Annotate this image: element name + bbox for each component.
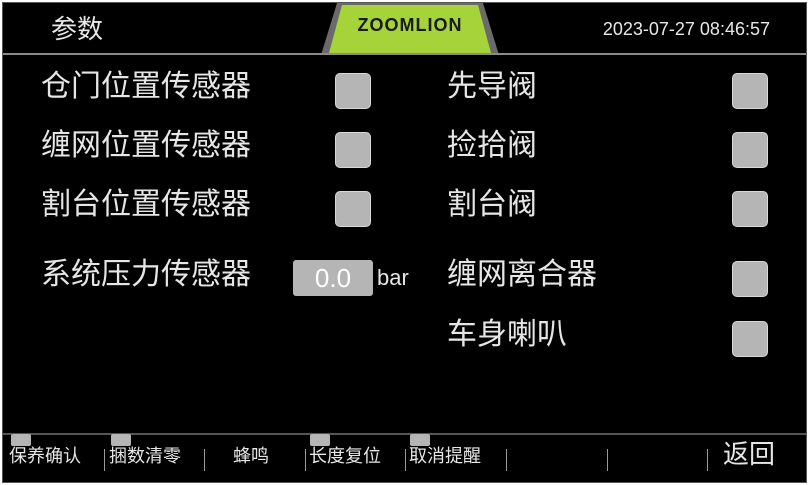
indicator-door-sensor [335, 73, 371, 109]
valve-label-pilot: 先导阀 [447, 69, 537, 104]
sensor-label-header: 割台位置传感器 [41, 187, 251, 222]
brand-logo: ZOOMLION [357, 15, 463, 35]
indicator-header-valve [732, 191, 768, 227]
sensor-label-door: 仓门位置传感器 [41, 69, 251, 104]
buzzer-button[interactable]: 蜂鸣 [233, 443, 269, 471]
datetime-display: 2023-07-27 08:46:57 [602, 19, 770, 39]
indicator-pickup-valve [732, 132, 768, 168]
valve-label-pickup: 捡拾阀 [447, 128, 537, 163]
maintenance-confirm-button[interactable]: 保养确认 [9, 443, 81, 471]
indicator-header-sensor [335, 191, 371, 227]
page-title: 参数 [51, 15, 104, 45]
footer-separator [506, 449, 507, 471]
sensor-label-net-wrap: 缠网位置传感器 [41, 128, 251, 163]
footer-separator [405, 449, 406, 471]
clutch-label-net-wrap: 缠网离合器 [447, 257, 597, 292]
indicator-net-wrap-clutch [732, 261, 768, 297]
horn-label: 车身喇叭 [447, 317, 567, 352]
indicator-horn [732, 321, 768, 357]
pressure-unit: bar [377, 265, 409, 290]
length-reset-button[interactable]: 长度复位 [309, 443, 381, 471]
indicator-net-wrap-sensor [335, 132, 371, 168]
header-divider [3, 53, 806, 55]
valve-label-header: 割台阀 [447, 187, 537, 222]
footer-separator [104, 449, 105, 471]
bale-count-reset-button[interactable]: 捆数清零 [109, 443, 181, 471]
footer-separator [707, 449, 708, 471]
cancel-reminder-button[interactable]: 取消提醒 [409, 443, 481, 471]
back-button[interactable]: 返回 [723, 441, 775, 469]
footer-separator [305, 449, 306, 471]
footer-separator [204, 449, 205, 471]
pressure-label: 系统压力传感器 [41, 257, 251, 292]
indicator-pilot-valve [732, 73, 768, 109]
footer-separator [607, 449, 608, 471]
screen: 参数 ZOOMLION 2023-07-27 08:46:57 仓门位置传感器 … [2, 2, 807, 483]
pressure-value: 0.0 [293, 260, 373, 296]
